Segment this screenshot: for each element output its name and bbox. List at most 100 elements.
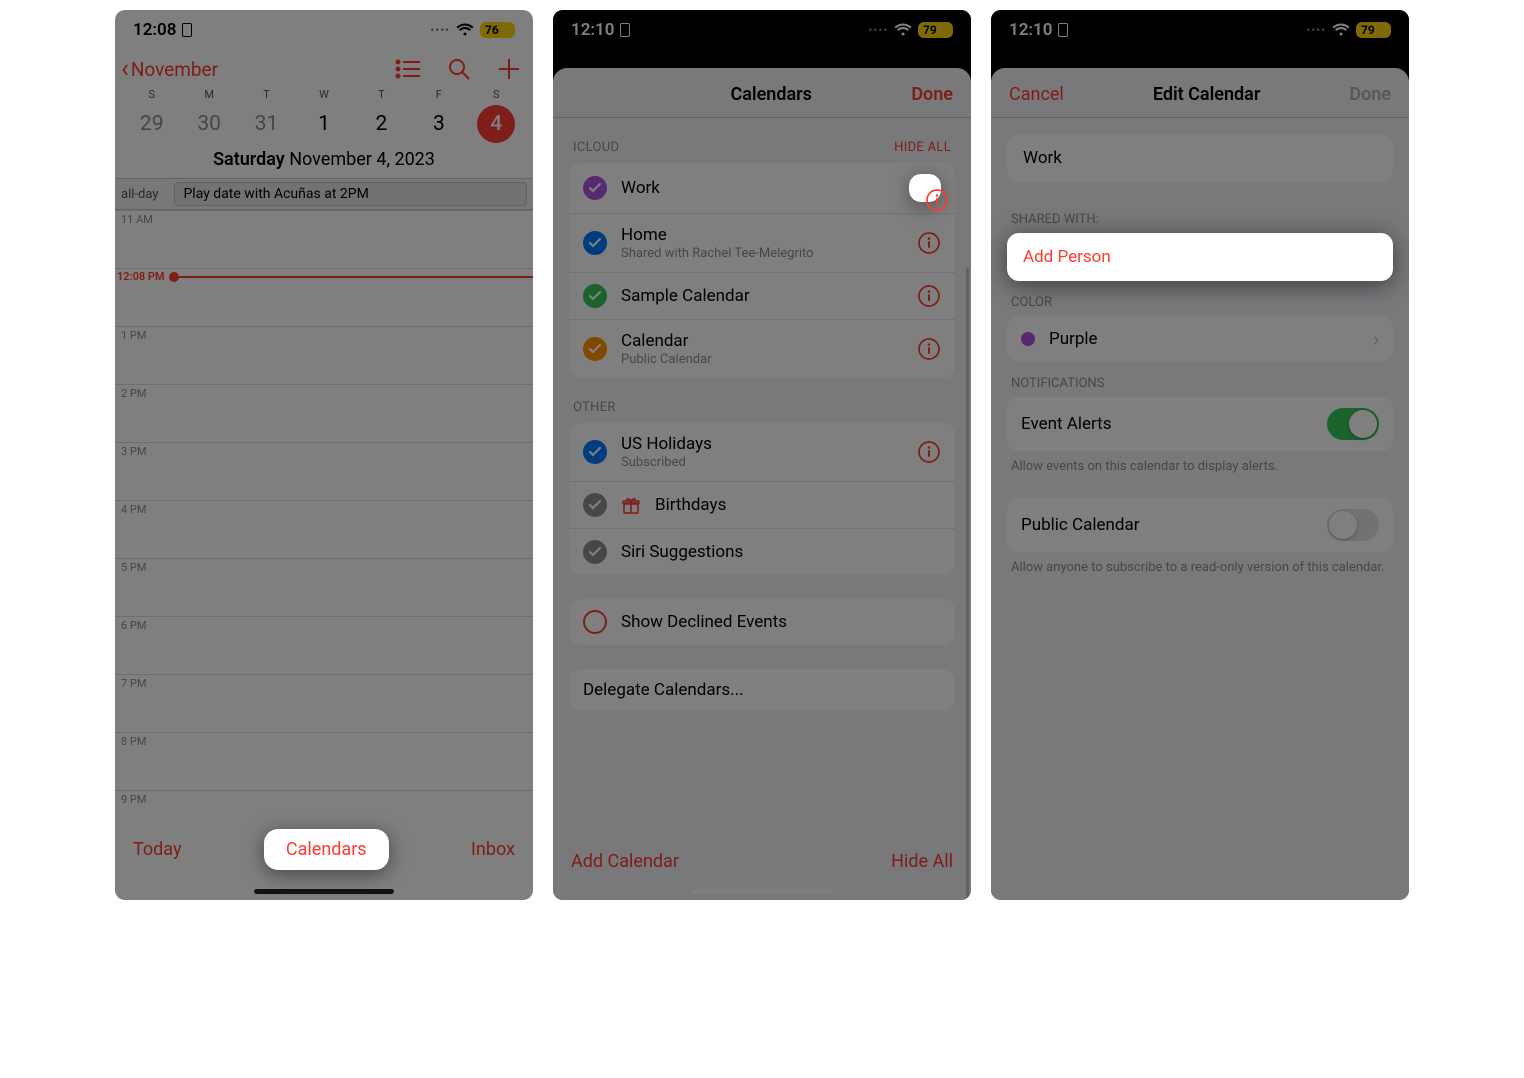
- signal-dots-icon: ••••: [868, 24, 888, 37]
- checkmark-icon[interactable]: [583, 337, 607, 361]
- done-button[interactable]: Done: [911, 84, 953, 105]
- home-indicator[interactable]: [254, 889, 394, 894]
- hour-row: 7 PM: [115, 674, 533, 732]
- checkmark-icon[interactable]: [583, 540, 607, 564]
- info-icon[interactable]: [917, 231, 941, 255]
- date-cell[interactable]: 1: [295, 112, 352, 136]
- full-date: Saturday November 4, 2023: [115, 145, 533, 178]
- calendar-row-home[interactable]: HomeShared with Rachel Tee-Melegrito: [569, 213, 955, 272]
- back-button[interactable]: ‹ November: [121, 56, 218, 82]
- shared-with-label: SHARED WITH:: [991, 198, 1409, 233]
- add-calendar-button[interactable]: Add Calendar: [571, 851, 679, 872]
- event-alerts-row: Event Alerts: [1007, 397, 1393, 451]
- screenshot-day-view: 12:08 •••• 76⚡ ‹ November SMTWTFS: [115, 10, 533, 900]
- hour-grid[interactable]: 11 AM 12:08 PM . 1 PM 2 PM 3 PM 4 PM 5 P…: [115, 210, 533, 815]
- wifi-icon: [456, 23, 474, 37]
- date-cell[interactable]: 3: [410, 112, 467, 136]
- checkmark-icon[interactable]: [583, 231, 607, 255]
- screenshot-edit-calendar: 12:10 •••• 79⚡ Cancel Edit Calendar Done…: [991, 10, 1409, 900]
- signal-dots-icon: ••••: [430, 24, 450, 37]
- hour-row: 5 PM: [115, 558, 533, 616]
- color-dot-icon: [1021, 332, 1035, 346]
- hour-row: 2 PM: [115, 384, 533, 442]
- all-day-event[interactable]: Play date with Acuñas at 2PM: [174, 182, 527, 206]
- current-time-indicator: 12:08 PM: [115, 270, 533, 283]
- calendar-row-calendar[interactable]: CalendarPublic Calendar: [569, 319, 955, 378]
- date-cell[interactable]: 31: [238, 112, 295, 136]
- bottom-toolbar: Today Calendars Inbox: [115, 815, 533, 900]
- gift-icon: [621, 495, 641, 515]
- calendar-row-sample[interactable]: Sample Calendar: [569, 272, 955, 319]
- signal-dots-icon: ••••: [1306, 24, 1326, 37]
- color-row[interactable]: Purple ›: [1007, 316, 1393, 362]
- checkmark-icon[interactable]: [583, 440, 607, 464]
- hide-all-button[interactable]: Hide All: [891, 851, 953, 872]
- color-label: COLOR: [991, 281, 1409, 316]
- add-person-button[interactable]: Add Person: [1007, 233, 1393, 281]
- sheet-title: Edit Calendar: [1153, 84, 1260, 105]
- calendar-name-field[interactable]: Work: [1007, 134, 1393, 182]
- status-bar: 12:10 •••• 79⚡: [991, 10, 1409, 50]
- show-declined-card: Show Declined Events: [569, 599, 955, 645]
- hour-row: 9 PM: [115, 790, 533, 815]
- hour-row: 1 PM: [115, 326, 533, 384]
- status-bar: 12:08 •••• 76⚡: [115, 10, 533, 50]
- status-time: 12:10: [1009, 20, 1052, 40]
- show-declined-row[interactable]: Show Declined Events: [569, 599, 955, 645]
- status-bar: 12:10 •••• 79⚡: [553, 10, 971, 50]
- public-helper: Allow anyone to subscribe to a read-only…: [991, 552, 1409, 577]
- icloud-calendars-card: Work HomeShared with Rachel Tee-Melegrit…: [569, 163, 955, 378]
- date-row: 29 30 31 1 2 3 4: [115, 101, 533, 145]
- hour-row: 11 AM: [115, 210, 533, 268]
- done-button[interactable]: Done: [1349, 84, 1391, 105]
- home-indicator[interactable]: [692, 889, 832, 894]
- id-card-icon: [620, 23, 630, 37]
- checkmark-icon[interactable]: [583, 284, 607, 308]
- search-icon[interactable]: [447, 57, 471, 81]
- hide-all-link[interactable]: HIDE ALL: [894, 140, 951, 155]
- info-icon[interactable]: [909, 174, 941, 202]
- info-icon[interactable]: [917, 284, 941, 308]
- status-time: 12:10: [571, 20, 614, 40]
- screenshot-calendars-sheet: 12:10 •••• 79⚡ Calendars Done ICLOUD HID…: [553, 10, 971, 900]
- list-view-icon[interactable]: [395, 59, 421, 79]
- hour-row: 8 PM: [115, 732, 533, 790]
- date-cell[interactable]: 29: [123, 112, 180, 136]
- battery-badge: 79⚡: [1356, 22, 1391, 38]
- date-cell-selected[interactable]: 4: [477, 105, 515, 143]
- delegate-row[interactable]: Delegate Calendars...: [569, 669, 955, 711]
- calendar-row-siri[interactable]: Siri Suggestions: [569, 528, 955, 575]
- all-day-row: all-day Play date with Acuñas at 2PM: [115, 178, 533, 210]
- checkmark-icon[interactable]: [583, 176, 607, 200]
- edit-calendar-sheet: Cancel Edit Calendar Done Work SHARED WI…: [991, 68, 1409, 900]
- hour-row: 3 PM: [115, 442, 533, 500]
- cancel-button[interactable]: Cancel: [1009, 84, 1064, 105]
- info-icon[interactable]: [917, 440, 941, 464]
- today-button[interactable]: Today: [133, 839, 181, 860]
- calendar-row-work[interactable]: Work: [569, 163, 955, 213]
- delegate-card: Delegate Calendars...: [569, 669, 955, 711]
- battery-badge: 79⚡: [918, 22, 953, 38]
- event-alerts-toggle[interactable]: [1327, 408, 1379, 440]
- info-icon[interactable]: [917, 337, 941, 361]
- calendar-row-birthdays[interactable]: Birthdays: [569, 481, 955, 528]
- public-calendar-toggle[interactable]: [1327, 509, 1379, 541]
- public-calendar-row: Public Calendar: [1007, 498, 1393, 552]
- status-time: 12:08: [133, 20, 176, 40]
- sheet-title: Calendars: [730, 84, 811, 105]
- battery-badge: 76⚡: [480, 22, 515, 38]
- section-header: OTHER: [573, 400, 616, 415]
- section-header: ICLOUD: [573, 140, 619, 155]
- radio-empty-icon[interactable]: [583, 610, 607, 634]
- calendar-row-holidays[interactable]: US HolidaysSubscribed: [569, 423, 955, 481]
- date-cell[interactable]: 2: [353, 112, 410, 136]
- date-cell[interactable]: 30: [180, 112, 237, 136]
- id-card-icon: [182, 23, 192, 37]
- calendars-sheet: Calendars Done ICLOUD HIDE ALL Work: [553, 68, 971, 900]
- inbox-button[interactable]: Inbox: [471, 839, 515, 860]
- plus-icon[interactable]: [497, 57, 521, 81]
- calendars-button[interactable]: Calendars: [264, 829, 389, 870]
- scroll-indicator[interactable]: [966, 268, 969, 900]
- checkmark-icon[interactable]: [583, 493, 607, 517]
- notifications-label: NOTIFICATIONS: [991, 362, 1409, 397]
